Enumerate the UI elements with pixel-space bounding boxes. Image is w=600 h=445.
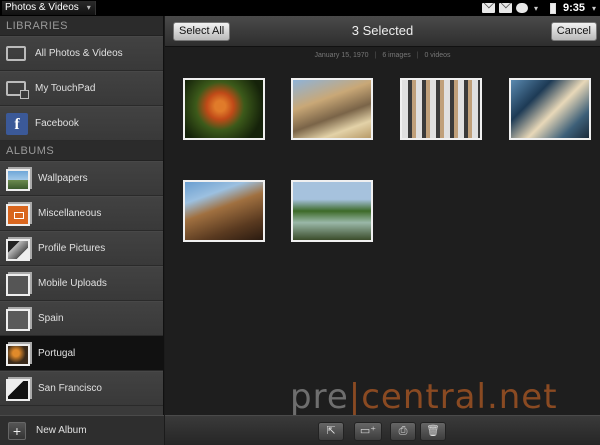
sidebar-item-label: Mobile Uploads [38, 278, 107, 289]
sidebar-item-miscellaneous[interactable]: Miscellaneous [0, 196, 163, 231]
album-thumbnail [6, 308, 30, 331]
album-thumbnail [6, 238, 30, 261]
app-title-menu[interactable]: Photos & Videos ▾ [2, 1, 96, 15]
photo-thumbnail[interactable] [183, 78, 265, 140]
sidebar-item-label: San Francisco [38, 383, 102, 394]
top-toolbar: Select All 3 Selected Cancel [165, 16, 600, 47]
album-thumbnail [6, 168, 30, 191]
sidebar-item-label: My TouchPad [35, 83, 96, 94]
sidebar-item-wallpapers[interactable]: Wallpapers [0, 161, 163, 196]
photo-thumbnail[interactable] [291, 180, 373, 242]
sidebar-item-label: Wallpapers [38, 173, 88, 184]
album-thumbnail [6, 273, 30, 296]
divider: | [374, 52, 377, 59]
video-count: 0 videos [424, 52, 451, 59]
status-bar: Photos & Videos ▾ ▾ 9:35 ▾ [0, 0, 600, 16]
sidebar-item-all-photos[interactable]: All Photos & Videos [0, 36, 163, 71]
facebook-icon: f [6, 112, 28, 135]
share-icon: ⇱ [326, 425, 336, 437]
sidebar-item-facebook[interactable]: f Facebook [0, 106, 163, 141]
sidebar-item-label: Spain [38, 313, 64, 324]
watermark: pre|central.net [290, 377, 558, 417]
share-button[interactable]: ⇱ [318, 422, 344, 441]
battery-icon [549, 2, 556, 14]
album-thumbnail [6, 203, 30, 226]
albums-header: ALBUMS [0, 141, 163, 161]
new-album-label: New Album [36, 425, 87, 436]
print-icon: ⎙ [398, 425, 408, 437]
mail-icon [498, 3, 512, 13]
sidebar-item-profile-pictures[interactable]: Profile Pictures [0, 231, 163, 266]
sidebar-item-mobile-uploads[interactable]: Mobile Uploads [0, 266, 163, 301]
photo-thumbnail[interactable] [400, 78, 482, 140]
status-icons[interactable]: ▾ 9:35 ▾ [481, 1, 596, 15]
photos-icon [6, 46, 26, 61]
bottom-toolbar: ⇱ ▭⁺ ⎙ 🗑 [165, 415, 600, 445]
selection-title: 3 Selected [351, 23, 414, 38]
touchpad-icon [6, 81, 29, 99]
sidebar-item-san-francisco[interactable]: San Francisco [0, 371, 163, 406]
photo-thumbnail[interactable] [291, 78, 373, 140]
cancel-button[interactable]: Cancel [550, 22, 597, 41]
app-title-label: Photos & Videos [5, 2, 79, 13]
libraries-header: LIBRARIES [0, 16, 163, 36]
clock: 9:35 [562, 2, 585, 14]
sidebar-item-label: Portugal [38, 348, 76, 359]
sidebar-item-label: Profile Pictures [38, 243, 106, 254]
sidebar-item-portugal[interactable]: Portugal [0, 336, 163, 371]
add-to-album-button[interactable]: ▭⁺ [354, 422, 382, 441]
image-count: 6 images [382, 52, 411, 59]
chevron-down-icon: ▾ [86, 3, 91, 12]
sidebar: LIBRARIES All Photos & Videos My TouchPa… [0, 16, 164, 445]
sidebar-item-label: Miscellaneous [38, 208, 102, 219]
new-album-button[interactable]: + New Album [0, 415, 164, 445]
sidebar-item-my-touchpad[interactable]: My TouchPad [0, 71, 163, 106]
mail-icon [481, 3, 495, 13]
watermark-part1: pre [290, 377, 349, 417]
divider: | [416, 52, 419, 59]
album-meta: January 15, 1970 | 6 images | 0 videos [165, 52, 600, 59]
watermark-separator: | [348, 377, 362, 417]
album-date: January 15, 1970 [314, 52, 369, 59]
watermark-part2: central.net [361, 377, 558, 417]
photo-thumbnail[interactable] [509, 78, 591, 140]
add-to-folder-icon: ▭⁺ [359, 425, 377, 437]
chevron-down-icon: ▾ [591, 3, 596, 13]
chat-icon [515, 3, 528, 13]
album-thumbnail [6, 378, 30, 401]
delete-button[interactable]: 🗑 [420, 422, 446, 441]
sidebar-item-label: All Photos & Videos [35, 48, 123, 59]
photo-thumbnail[interactable] [183, 180, 265, 242]
plus-icon: + [8, 421, 26, 440]
sidebar-item-spain[interactable]: Spain [0, 301, 163, 336]
print-button[interactable]: ⎙ [390, 422, 416, 441]
album-thumbnail [6, 343, 30, 366]
main-content: Select All 3 Selected Cancel January 15,… [165, 16, 600, 445]
chevron-down-icon: ▾ [533, 3, 538, 13]
sidebar-item-label: Facebook [35, 118, 79, 129]
trash-icon: 🗑 [426, 425, 440, 437]
